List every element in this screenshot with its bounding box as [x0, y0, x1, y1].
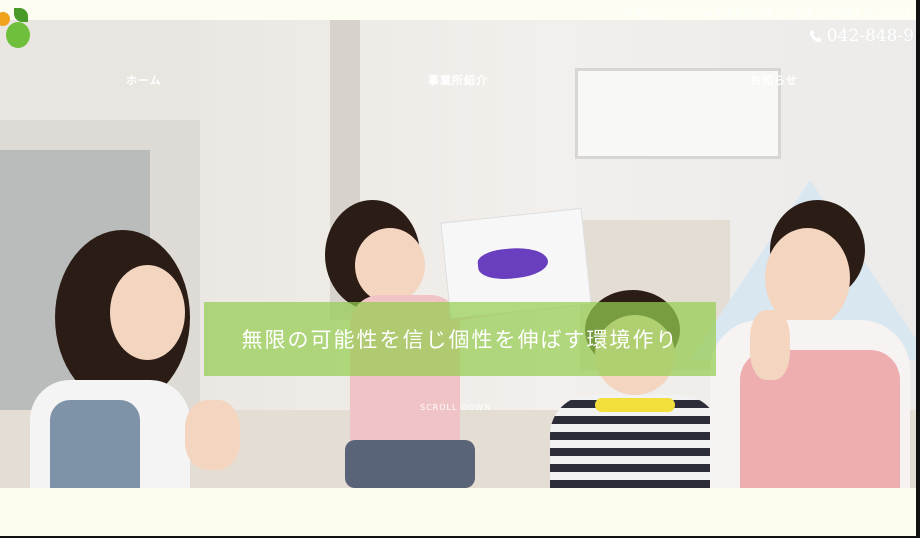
logo-dot-orange — [0, 12, 10, 26]
company-tagline: 合同会社せせらぎは利用者様が楽しく充実した時間を過ごせるよ — [623, 10, 914, 20]
nav-item-news[interactable]: お知らせ — [750, 72, 798, 88]
page: 合同会社せせらぎは利用者様が楽しく充実した時間を過ごせるよ 042-848-9 … — [0, 0, 920, 538]
scroll-down-link[interactable]: SCROLL DOWN — [420, 403, 491, 412]
nav-item-home[interactable]: ホーム — [126, 72, 162, 88]
hero-image — [0, 20, 920, 488]
phone-number[interactable]: 042-848-9 — [809, 26, 914, 46]
bottom-band — [0, 488, 920, 536]
hero-catchphrase: 無限の可能性を信じ個性を伸ばす環境作り — [241, 328, 679, 352]
logo-shape-green — [6, 22, 30, 48]
hero-woman-right — [700, 200, 920, 488]
phone-number-text: 042-848-9 — [826, 26, 914, 46]
hero-grapes — [476, 244, 550, 282]
phone-icon — [809, 30, 822, 43]
nav-item-about[interactable]: 事業所紹介 — [428, 72, 488, 88]
company-logo[interactable] — [0, 8, 34, 50]
logo-leaf — [14, 8, 28, 22]
right-edge — [916, 0, 920, 538]
